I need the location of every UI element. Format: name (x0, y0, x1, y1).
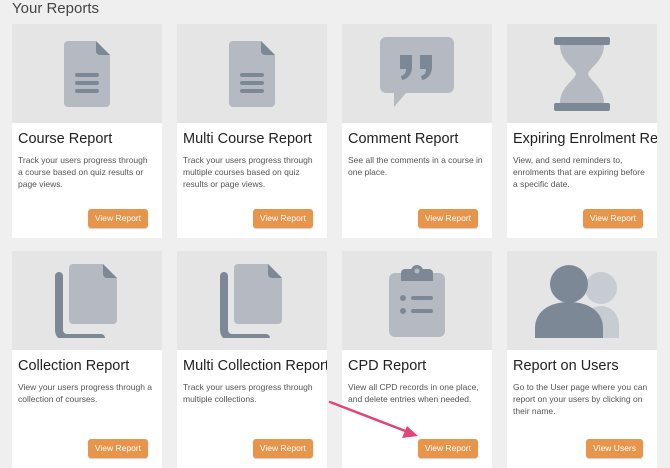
card-description: View, and send reminders to, enrolments … (513, 155, 645, 189)
card-thumbnail (12, 251, 162, 350)
report-card-multi-collection: Multi Collection Report Track your users… (177, 251, 327, 468)
reports-grid: Course Report Track your users progress … (0, 0, 670, 468)
report-card-multi-course: Multi Course Report Track your users pro… (177, 24, 327, 238)
view-report-button[interactable]: View Report (582, 209, 643, 228)
report-card-expiring-enrolment: Expiring Enrolment Re... View, and send … (507, 24, 657, 238)
card-description: See all the comments in a course in one … (348, 155, 483, 177)
document-icon (64, 40, 110, 107)
report-card-comment: Comment Report See all the comments in a… (342, 24, 492, 238)
card-title: Expiring Enrolment Re... (513, 131, 657, 147)
card-title: CPD Report (348, 358, 427, 374)
report-card-cpd: CPD Report View all CPD records in one p… (342, 251, 492, 468)
card-description: View your users progress through a colle… (18, 382, 153, 404)
hourglass-icon (554, 36, 610, 111)
card-title: Multi Collection Report (183, 358, 327, 374)
card-description: View all CPD records in one place, and d… (348, 382, 479, 404)
card-title: Comment Report (348, 131, 459, 147)
card-description: Track your users progress through multip… (183, 382, 313, 404)
document-icon (229, 40, 275, 107)
card-thumbnail (177, 24, 327, 123)
card-thumbnail (177, 251, 327, 350)
card-thumbnail (342, 24, 492, 123)
card-description: Track your users progress through a cour… (18, 155, 148, 189)
card-description: Track your users progress through multip… (183, 155, 313, 189)
document-stack-icon (220, 263, 282, 338)
card-thumbnail (342, 251, 492, 350)
view-users-button[interactable]: View Users (586, 439, 643, 458)
report-card-collection: Collection Report View your users progre… (12, 251, 162, 468)
users-icon (535, 264, 619, 338)
document-stack-icon (55, 263, 117, 338)
clipboard-icon (389, 264, 445, 337)
card-description: Go to the User page where you can report… (513, 382, 648, 416)
card-title: Multi Course Report (183, 131, 312, 147)
view-report-button[interactable]: View Report (252, 439, 313, 458)
report-card-users: Report on Users Go to the User page wher… (507, 251, 657, 468)
card-title: Report on Users (513, 358, 619, 374)
view-report-button[interactable]: View Report (252, 209, 313, 228)
view-report-button[interactable]: View Report (87, 439, 148, 458)
view-report-button[interactable]: View Report (417, 209, 478, 228)
quote-bubble-icon (380, 36, 454, 107)
card-thumbnail (507, 251, 657, 350)
report-card-course: Course Report Track your users progress … (12, 24, 162, 238)
view-report-button[interactable]: View Report (87, 209, 148, 228)
view-report-button[interactable]: View Report (417, 439, 478, 458)
card-title: Course Report (18, 131, 113, 147)
card-title: Collection Report (18, 358, 130, 374)
card-thumbnail (507, 24, 657, 123)
card-thumbnail (12, 24, 162, 123)
